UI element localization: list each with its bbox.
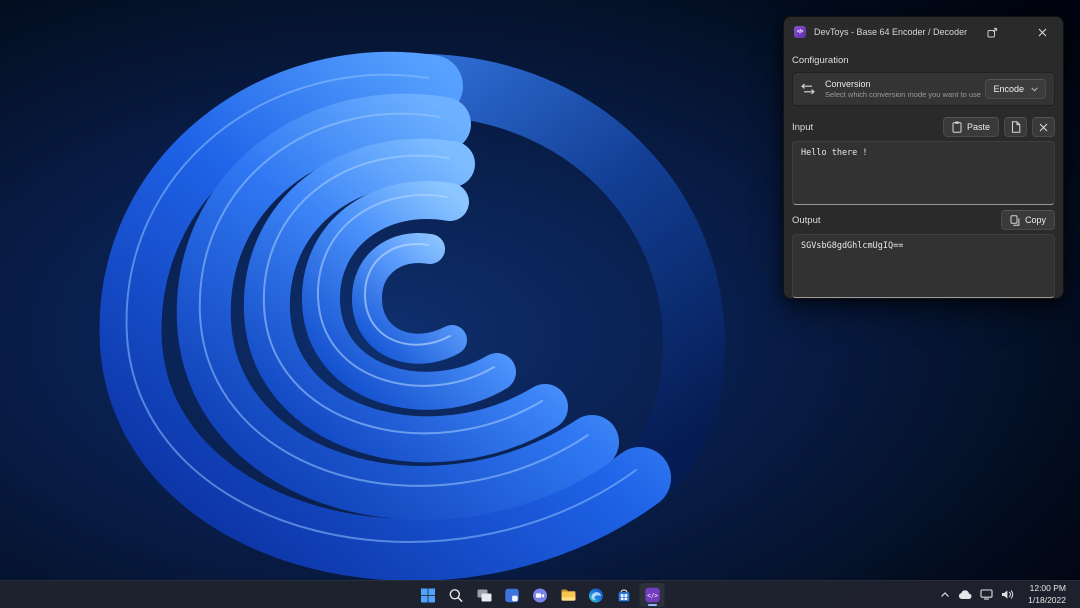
system-tray: 12:00 PM 1/18/2022 xyxy=(936,581,1080,608)
input-label: Input xyxy=(792,121,814,133)
microsoft-store-button[interactable] xyxy=(612,583,637,607)
copy-button[interactable]: Copy xyxy=(1000,210,1055,230)
teams-chat-button[interactable] xyxy=(528,583,553,607)
clock-date: 1/18/2022 xyxy=(1028,594,1066,605)
search-button[interactable] xyxy=(444,583,469,607)
conversion-mode-select[interactable]: Encode xyxy=(985,79,1046,99)
output-header-row: Output Copy xyxy=(792,210,1055,230)
close-icon[interactable] xyxy=(1029,21,1055,43)
microsoft-store-icon xyxy=(618,589,630,601)
conversion-title: Conversion xyxy=(825,78,871,89)
volume-tray-button[interactable] xyxy=(997,583,1018,607)
desktop: </> DevToys - Base 64 Encoder / Decoder … xyxy=(0,0,1080,608)
configuration-label: Configuration xyxy=(792,55,849,66)
clear-input-button[interactable] xyxy=(1032,117,1055,137)
clipboard-icon xyxy=(952,121,962,133)
chevron-up-icon xyxy=(941,592,950,597)
conversion-setting-card: Conversion Select which conversion mode … xyxy=(792,72,1055,106)
swap-arrows-icon xyxy=(801,83,815,95)
network-icon xyxy=(980,589,993,600)
devtoys-window: </> DevToys - Base 64 Encoder / Decoder … xyxy=(783,16,1064,299)
titlebar[interactable]: </> DevToys - Base 64 Encoder / Decoder xyxy=(784,17,1063,47)
taskbar-center-icons: </> xyxy=(416,581,665,608)
taskbar-clock[interactable]: 12:00 PM 1/18/2022 xyxy=(1024,581,1070,607)
output-label: Output xyxy=(792,214,821,226)
task-view-button[interactable] xyxy=(472,583,497,607)
input-header-row: Input Paste xyxy=(792,117,1055,137)
widgets-icon xyxy=(505,588,519,602)
chevron-down-icon xyxy=(1031,86,1038,92)
devtoys-icon: </> xyxy=(644,587,660,603)
conversion-mode-value: Encode xyxy=(993,84,1024,94)
file-explorer-button[interactable] xyxy=(556,583,581,607)
conversion-description: Select which conversion mode you want to… xyxy=(825,89,981,99)
task-view-icon xyxy=(477,589,491,601)
copy-icon xyxy=(1010,214,1020,226)
active-app-indicator xyxy=(647,603,657,606)
onedrive-tray-button[interactable] xyxy=(954,583,976,607)
search-icon xyxy=(449,588,463,602)
network-tray-button[interactable] xyxy=(976,583,997,607)
volume-icon xyxy=(1002,590,1014,599)
clear-x-icon xyxy=(1039,123,1048,131)
paste-button-label: Paste xyxy=(966,122,990,132)
start-button[interactable] xyxy=(416,583,441,607)
devtoys-taskbar-button[interactable]: </> xyxy=(639,583,665,607)
exit-compact-overlay-icon[interactable] xyxy=(979,21,1005,43)
devtoys-app-icon: </> xyxy=(794,26,806,38)
svg-text:</>: </> xyxy=(647,593,658,600)
paste-button[interactable]: Paste xyxy=(942,117,999,137)
windows-start-icon xyxy=(421,588,435,602)
clock-time: 12:00 PM xyxy=(1029,583,1066,594)
copy-button-label: Copy xyxy=(1024,215,1046,225)
edge-icon xyxy=(589,588,603,602)
file-explorer-icon xyxy=(561,589,575,601)
output-textarea[interactable]: SGVsbG8gdGhlcmUgIQ== xyxy=(792,234,1055,298)
hidden-icons-button[interactable] xyxy=(936,583,954,607)
file-icon xyxy=(1011,121,1020,133)
widgets-button[interactable] xyxy=(500,583,525,607)
window-title: DevToys - Base 64 Encoder / Decoder xyxy=(814,27,968,37)
edge-button[interactable] xyxy=(584,583,609,607)
open-file-button[interactable] xyxy=(1004,117,1027,137)
cloud-icon xyxy=(959,589,972,599)
input-textarea[interactable]: Hello there ! xyxy=(792,141,1055,205)
taskbar: </> 12:00 PM 1/18/2022 xyxy=(0,580,1080,608)
teams-chat-icon xyxy=(533,588,547,602)
